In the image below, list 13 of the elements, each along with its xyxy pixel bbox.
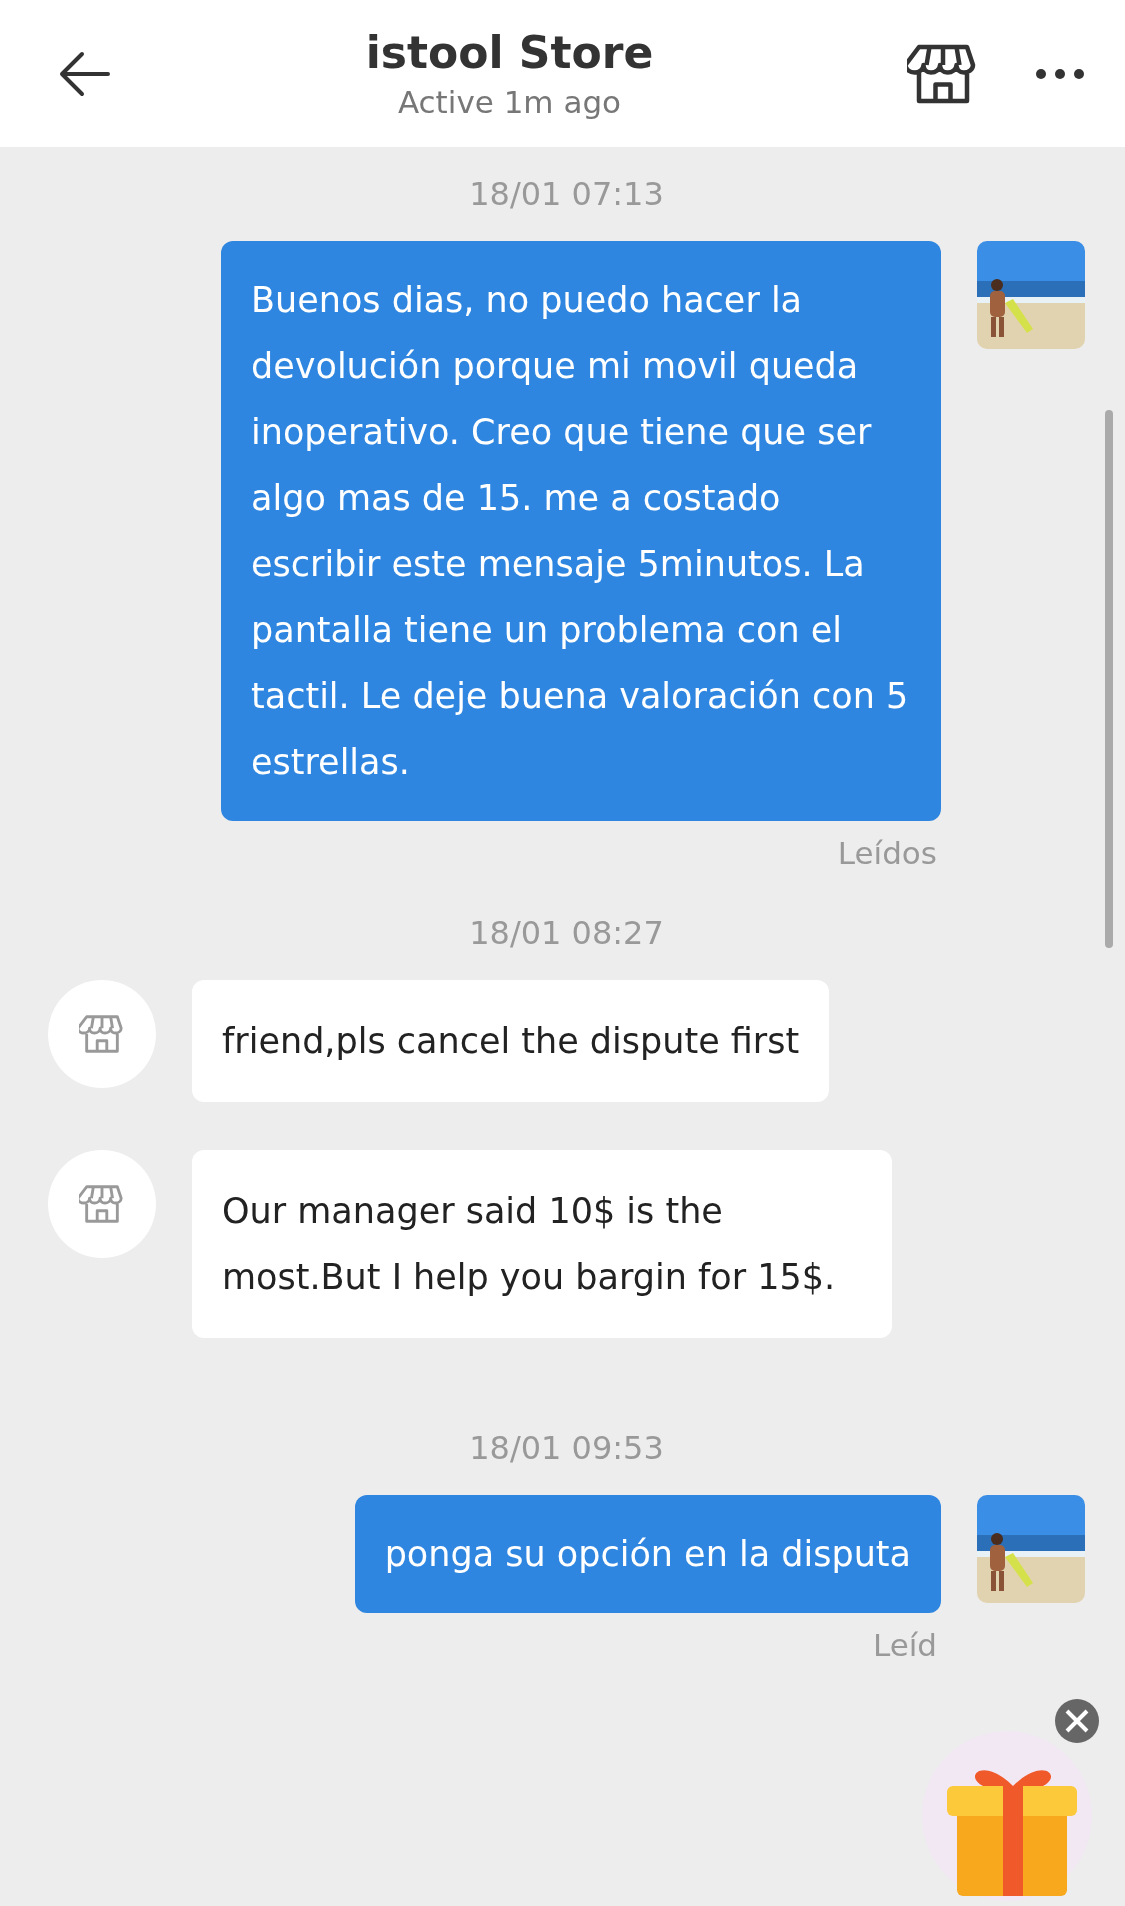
chat-title: istool Store <box>365 27 654 78</box>
sent-message: Buenos dias, no puedo hacer la devolución porque mi movil queda inoperativo. Creo que tiene que ser algo mas de 15. me a costado escribir este mensaje 5minutos. La pantalla tiene un problema con el tactil. Le deje buena valoración con 5 estrellas. <box>221 241 941 821</box>
more-button[interactable] <box>1035 67 1085 80</box>
received-message: friend,pls cancel the dispute first <box>192 980 830 1102</box>
timestamp: 18/01 07:13 <box>469 175 664 213</box>
timestamp: 18/01 09:53 <box>469 1429 664 1467</box>
active-status: Active 1m ago <box>397 84 622 120</box>
more-icon <box>1035 67 1085 80</box>
received-message: Our manager said 10$ is the most.But I help you bargin for 15$. <box>192 1150 892 1338</box>
timestamp: 18/01 08:27 <box>469 914 664 952</box>
read-status: Leídos <box>837 835 937 871</box>
sent-message: ponga su opción en la disputa <box>354 1495 941 1613</box>
read-status: Leíd <box>872 1627 937 1663</box>
